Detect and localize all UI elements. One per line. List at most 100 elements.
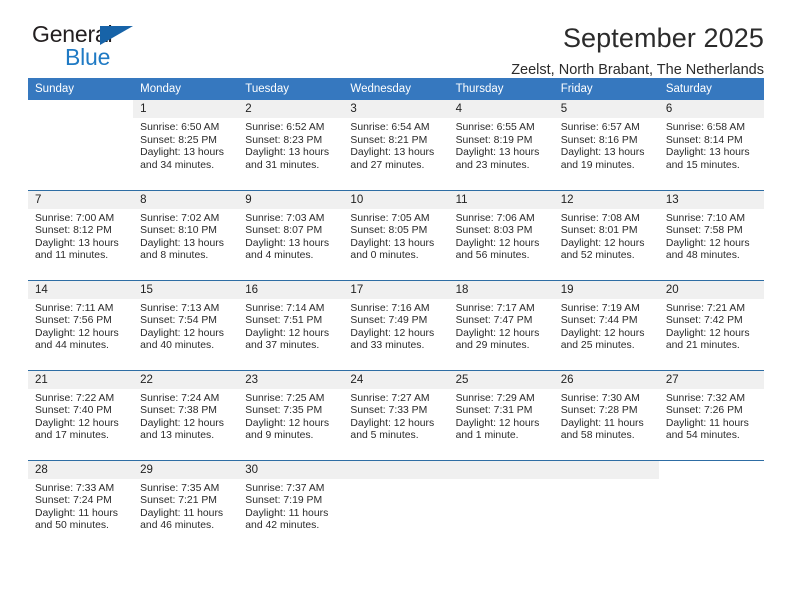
calendar-day-cell[interactable]: 13 Sunrise: 7:10 AM Sunset: 7:58 PM Dayligh… (658, 189, 764, 280)
sunrise-text: Sunrise: 7:02 AM (140, 212, 220, 224)
daylight-text-line1: Daylight: 12 hours (455, 327, 540, 339)
calendar-day-cell[interactable]: 29 Sunrise: 7:35 AM Sunset: 7:21 PM Dayligh… (133, 459, 239, 550)
calendar-day-cell[interactable]: 9 Sunrise: 7:03 AM Sunset: 8:07 PM Daylight… (238, 189, 344, 280)
sunrise-text: Sunrise: 7:03 AM (245, 212, 325, 224)
day-number: 11 (448, 190, 554, 209)
daylight-text-line2: and 0 minutes. (350, 250, 419, 262)
daylight-text-line2: and 19 minutes. (560, 159, 635, 171)
day-number: 9 (238, 190, 344, 209)
day-number: 4 (448, 100, 554, 118)
calendar-table: Sunday Monday Tuesday Wednesday Thursday Frid… (28, 78, 764, 550)
calendar-day-cell[interactable]: 3 Sunrise: 6:54 AM Sunset: 8:21 PM Daylight… (343, 100, 449, 190)
daylight-text-line2: and 11 minutes. (35, 250, 109, 262)
sunset-text: Sunset: 7:56 PM (35, 315, 112, 327)
daylight-text-line1: Daylight: 12 hours (140, 327, 224, 339)
calendar-day-cell[interactable]: 27 Sunrise: 7:32 AM Sunset: 7:26 PM Dayligh… (658, 369, 764, 460)
calendar-day-cell[interactable]: 6 Sunrise: 6:58 AM Sunset: 8:14 PM Daylight… (658, 100, 764, 190)
page-header: General Blue September 2025 Zeelst, Nort… (28, 0, 764, 78)
calendar-day-cell[interactable]: 25 Sunrise: 7:29 AM Sunset: 7:31 PM Dayligh… (448, 369, 554, 460)
day-number: 26 (553, 370, 659, 389)
sunrise-text: Sunrise: 7:10 AM (665, 212, 745, 224)
sunrise-text: Sunrise: 7:06 AM (455, 212, 535, 224)
sunrise-text: Sunrise: 6:50 AM (140, 122, 220, 133)
sunset-text: Sunset: 7:33 PM (350, 405, 428, 417)
location-subtitle: Zeelst, North Brabant, The Netherlands (511, 62, 764, 78)
sunrise-text: Sunrise: 7:27 AM (350, 392, 430, 404)
day-number: 8 (133, 190, 239, 209)
daylight-text-line2: and 17 minutes. (35, 430, 109, 442)
calendar-day-cell[interactable]: 19 Sunrise: 7:19 AM Sunset: 7:44 PM Dayligh… (553, 279, 659, 370)
day-details: Sunrise: 7:08 AM Sunset: 8:01 PM Daylight:… (554, 209, 659, 263)
calendar-day-cell[interactable]: 15 Sunrise: 7:13 AM Sunset: 7:54 PM Dayligh… (133, 279, 239, 370)
day-details: Sunrise: 7:37 AM Sunset: 7:19 PM Daylight:… (238, 479, 343, 533)
daylight-text-line1: Daylight: 13 hours (140, 237, 224, 249)
daylight-text-line2: and 54 minutes. (665, 430, 740, 442)
daylight-text-line1: Daylight: 12 hours (35, 417, 119, 429)
daylight-text-line2: and 8 minutes. (140, 250, 209, 262)
sunrise-text: Sunrise: 6:55 AM (455, 122, 535, 133)
day-number: 25 (448, 370, 554, 389)
day-number (553, 460, 659, 479)
calendar-day-cell[interactable]: 26 Sunrise: 7:30 AM Sunset: 7:28 PM Dayligh… (553, 369, 659, 460)
daylight-text-line2: and 1 minute. (455, 430, 519, 442)
daylight-text-line2: and 25 minutes. (560, 340, 635, 352)
calendar-day-cell[interactable]: 4 Sunrise: 6:55 AM Sunset: 8:19 PM Daylight… (448, 100, 554, 190)
calendar-day-cell[interactable]: 22 Sunrise: 7:24 AM Sunset: 7:38 PM Dayligh… (133, 369, 239, 460)
daylight-text-line1: Daylight: 13 hours (245, 237, 330, 249)
calendar-day-cell[interactable]: 20 Sunrise: 7:21 AM Sunset: 7:42 PM Dayligh… (658, 279, 764, 370)
brand-triangle-icon (100, 26, 133, 45)
day-number: 12 (553, 190, 659, 209)
daylight-text-line2: and 5 minutes. (350, 430, 419, 442)
calendar-day-cell[interactable]: 18 Sunrise: 7:17 AM Sunset: 7:47 PM Dayligh… (448, 279, 554, 370)
day-number: 29 (133, 460, 239, 479)
sunset-text: Sunset: 8:23 PM (245, 134, 323, 146)
calendar-day-cell[interactable]: 17 Sunrise: 7:16 AM Sunset: 7:49 PM Dayligh… (343, 279, 449, 370)
day-details: Sunrise: 7:17 AM Sunset: 7:47 PM Daylight:… (449, 299, 554, 353)
day-details: Sunrise: 7:24 AM Sunset: 7:38 PM Daylight:… (133, 389, 238, 443)
daylight-text-line1: Daylight: 11 hours (35, 507, 118, 519)
sunset-text: Sunset: 7:21 PM (140, 495, 217, 507)
calendar-header-row: Sunday Monday Tuesday Wednesday Thursday Frid… (28, 78, 764, 100)
sunrise-text: Sunrise: 7:08 AM (560, 212, 640, 224)
calendar-day-cell[interactable]: 1 Sunrise: 6:50 AM Sunset: 8:25 PM Daylight… (133, 100, 239, 190)
sunrise-text: Sunrise: 7:19 AM (560, 302, 640, 314)
day-details: Sunrise: 7:35 AM Sunset: 7:21 PM Daylight:… (133, 479, 238, 533)
daylight-text-line1: Daylight: 13 hours (140, 147, 224, 159)
sunset-text: Sunset: 7:38 PM (140, 405, 217, 417)
day-number: 21 (28, 370, 134, 389)
day-number: 15 (133, 280, 239, 299)
calendar-day-cell[interactable]: 24 Sunrise: 7:27 AM Sunset: 7:33 PM Dayligh… (343, 369, 449, 460)
sunrise-text: Sunrise: 6:54 AM (350, 122, 430, 133)
calendar-day-cell[interactable]: 2 Sunrise: 6:52 AM Sunset: 8:23 PM Daylight… (238, 100, 344, 190)
day-details: Sunrise: 6:52 AM Sunset: 8:23 PM Daylight:… (238, 118, 343, 172)
day-details: Sunrise: 7:06 AM Sunset: 8:03 PM Daylight:… (449, 209, 554, 263)
sunset-text: Sunset: 7:58 PM (665, 225, 743, 237)
calendar-day-cell[interactable]: 16 Sunrise: 7:14 AM Sunset: 7:51 PM Dayligh… (238, 279, 344, 370)
day-details: Sunrise: 7:16 AM Sunset: 7:49 PM Daylight:… (343, 299, 448, 353)
calendar-day-cell[interactable]: 10 Sunrise: 7:05 AM Sunset: 8:05 PM Dayligh… (343, 189, 449, 280)
sunset-text: Sunset: 7:44 PM (560, 315, 638, 327)
calendar-day-cell[interactable]: 7 Sunrise: 7:00 AM Sunset: 8:12 PM Daylight… (28, 189, 134, 280)
daylight-text-line1: Daylight: 12 hours (455, 417, 540, 429)
calendar-day-cell[interactable]: 8 Sunrise: 7:02 AM Sunset: 8:10 PM Daylight… (133, 189, 239, 280)
calendar-day-cell[interactable]: 30 Sunrise: 7:37 AM Sunset: 7:19 PM Dayligh… (238, 459, 344, 550)
calendar-day-cell[interactable]: 12 Sunrise: 7:08 AM Sunset: 8:01 PM Dayligh… (553, 189, 659, 280)
day-details: Sunrise: 7:19 AM Sunset: 7:44 PM Daylight:… (554, 299, 659, 353)
day-number: 30 (238, 460, 344, 479)
calendar-day-cell-empty (448, 459, 554, 550)
day-number: 23 (238, 370, 344, 389)
sunrise-text: Sunrise: 7:13 AM (140, 302, 220, 314)
calendar-day-cell[interactable]: 28 Sunrise: 7:33 AM Sunset: 7:24 PM Dayligh… (28, 459, 134, 550)
calendar-day-cell[interactable]: 11 Sunrise: 7:06 AM Sunset: 8:03 PM Dayligh… (448, 189, 554, 280)
calendar-day-cell[interactable]: 5 Sunrise: 6:57 AM Sunset: 8:16 PM Daylight… (553, 100, 659, 190)
calendar-day-cell[interactable]: 14 Sunrise: 7:11 AM Sunset: 7:56 PM Dayligh… (28, 279, 134, 370)
calendar-day-cell[interactable]: 23 Sunrise: 7:25 AM Sunset: 7:35 PM Dayligh… (238, 369, 344, 460)
sunset-text: Sunset: 7:49 PM (350, 315, 428, 327)
weekday-header-tuesday: Tuesday (238, 78, 344, 100)
page-title: September 2025 (562, 23, 764, 53)
daylight-text-line2: and 33 minutes. (350, 340, 425, 352)
daylight-text-line1: Daylight: 13 hours (245, 147, 330, 159)
daylight-text-line1: Daylight: 12 hours (350, 327, 435, 339)
calendar-day-cell[interactable]: 21 Sunrise: 7:22 AM Sunset: 7:40 PM Dayligh… (28, 369, 134, 460)
sunrise-text: Sunrise: 6:58 AM (665, 122, 745, 133)
